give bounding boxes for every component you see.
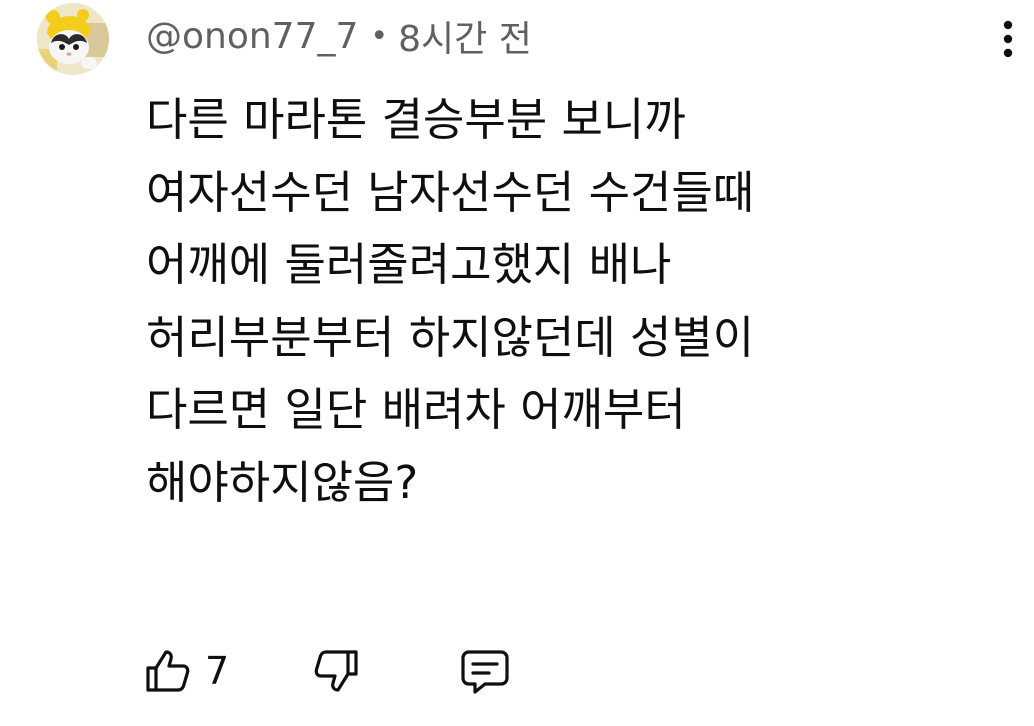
header-separator: • <box>370 18 389 54</box>
comment-text: 다른 마라톤 결승부분 보니까 여자선수던 남자선수던 수건들때 어깨에 둘러줄… <box>146 84 1006 519</box>
comment-text-line: 다르면 일단 배려차 어깨부터 <box>146 383 686 436</box>
comment-timestamp[interactable]: 8시간 전 <box>398 10 532 62</box>
avatar[interactable] <box>37 3 109 75</box>
more-vertical-icon <box>1003 20 1013 58</box>
thumbs-down-icon <box>314 650 358 692</box>
like-button[interactable]: 7 <box>143 644 229 698</box>
thumbs-up-icon <box>146 650 190 692</box>
comment-author[interactable]: @onon77_7 <box>146 16 358 57</box>
comment-text-line: 해야하지않음? <box>146 455 419 509</box>
comment-actions: 7 <box>143 644 563 698</box>
reply-button[interactable] <box>459 644 511 698</box>
comment-text-line: 여자선수던 남자선수던 수건들때 <box>146 165 755 219</box>
dislike-button[interactable] <box>311 644 361 698</box>
comment-header: @onon77_7 • 8시간 전 <box>146 10 532 62</box>
cat-avatar-image <box>37 3 109 75</box>
comment-menu-button[interactable] <box>990 14 1026 64</box>
comment-item: @onon77_7 • 8시간 전 다른 마라톤 결승부분 보니까 여자선수던 … <box>0 0 1034 726</box>
comment-text-line: 어깨에 둘러줄려고했지 배나 <box>146 238 672 291</box>
comment-icon <box>461 650 509 694</box>
comment-text-line: 다른 마라톤 결승부분 보니까 <box>146 93 686 146</box>
comment-text-line: 허리부분부터 하지않던데 성별이 <box>146 310 755 364</box>
like-count: 7 <box>205 649 230 693</box>
